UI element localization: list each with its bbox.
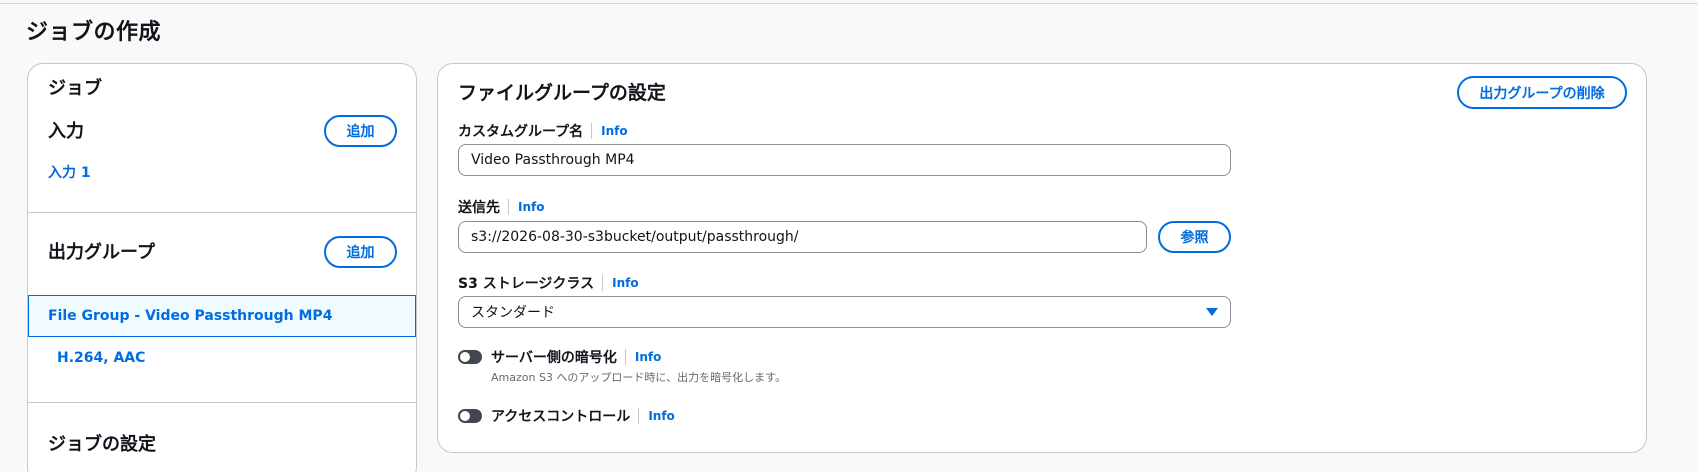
storage-class-info-link[interactable]: Info [612,276,638,290]
access-control-info-link[interactable]: Info [648,409,674,423]
custom-group-name-label-text: カスタムグループ名 [458,124,584,140]
file-group-settings-panel: ファイルグループの設定 出力グループの削除 カスタムグループ名 Info Vid… [437,63,1647,453]
add-output-group-button[interactable]: 追加 [324,236,397,268]
storage-class-label: S3 ストレージクラス Info [458,273,639,293]
panel-title: ファイルグループの設定 [458,82,666,104]
destination-info-link[interactable]: Info [518,200,544,214]
job-navigation-panel: ジョブ 入力 追加 入力 1 出力グループ 追加 File Group - Vi… [27,63,417,472]
access-control-label-text: アクセスコントロール [491,409,631,425]
section-divider [28,212,416,213]
info-separator [638,408,640,424]
custom-group-name-info-link[interactable]: Info [601,124,627,138]
destination-label: 送信先 Info [458,197,544,217]
info-separator [508,199,509,215]
input-heading: 入力 [48,121,84,142]
custom-group-name-label: カスタムグループ名 Info [458,121,628,141]
storage-class-label-text: S3 ストレージクラス [458,276,595,292]
delete-output-group-button[interactable]: 出力グループの削除 [1457,76,1627,109]
destination-label-text: 送信先 [458,200,500,216]
info-separator [624,349,626,365]
selected-output-group-label: File Group - Video Passthrough MP4 [48,308,333,324]
toggle-knob [460,352,470,362]
top-divider [0,3,1698,4]
section-divider [28,402,416,403]
job-heading: ジョブ [48,78,102,99]
add-input-button[interactable]: 追加 [324,115,397,147]
access-control-label: アクセスコントロール Info [491,406,675,426]
browse-button[interactable]: 参照 [1158,221,1231,253]
storage-class-select[interactable]: スタンダード [458,296,1231,328]
input-item-1[interactable]: 入力 1 [48,162,91,182]
caret-down-icon [1206,308,1218,316]
output-group-heading: 出力グループ [48,242,155,263]
encryption-label: サーバー側の暗号化 Info [491,347,661,367]
toggle-knob [460,411,470,421]
destination-input[interactable]: s3://2026-08-30-s3bucket/output/passthro… [458,221,1147,253]
storage-class-value: スタンダード [471,305,555,321]
output-item-1[interactable]: H.264, AAC [57,350,145,366]
destination-value: s3://2026-08-30-s3bucket/output/passthro… [471,229,799,245]
selected-output-group[interactable]: File Group - Video Passthrough MP4 [28,295,416,337]
encryption-label-text: サーバー側の暗号化 [491,350,617,366]
info-separator [602,275,604,291]
job-settings-heading[interactable]: ジョブの設定 [48,430,156,456]
encryption-info-link[interactable]: Info [635,350,661,364]
encryption-toggle[interactable] [458,350,482,364]
info-separator [591,123,593,139]
custom-group-name-input[interactable]: Video Passthrough MP4 [458,144,1231,176]
access-control-toggle[interactable] [458,409,482,423]
page-title: ジョブの作成 [26,20,162,45]
encryption-description: Amazon S3 へのアップロード時に、出力を暗号化します。 [491,371,786,384]
custom-group-name-value: Video Passthrough MP4 [471,152,635,168]
